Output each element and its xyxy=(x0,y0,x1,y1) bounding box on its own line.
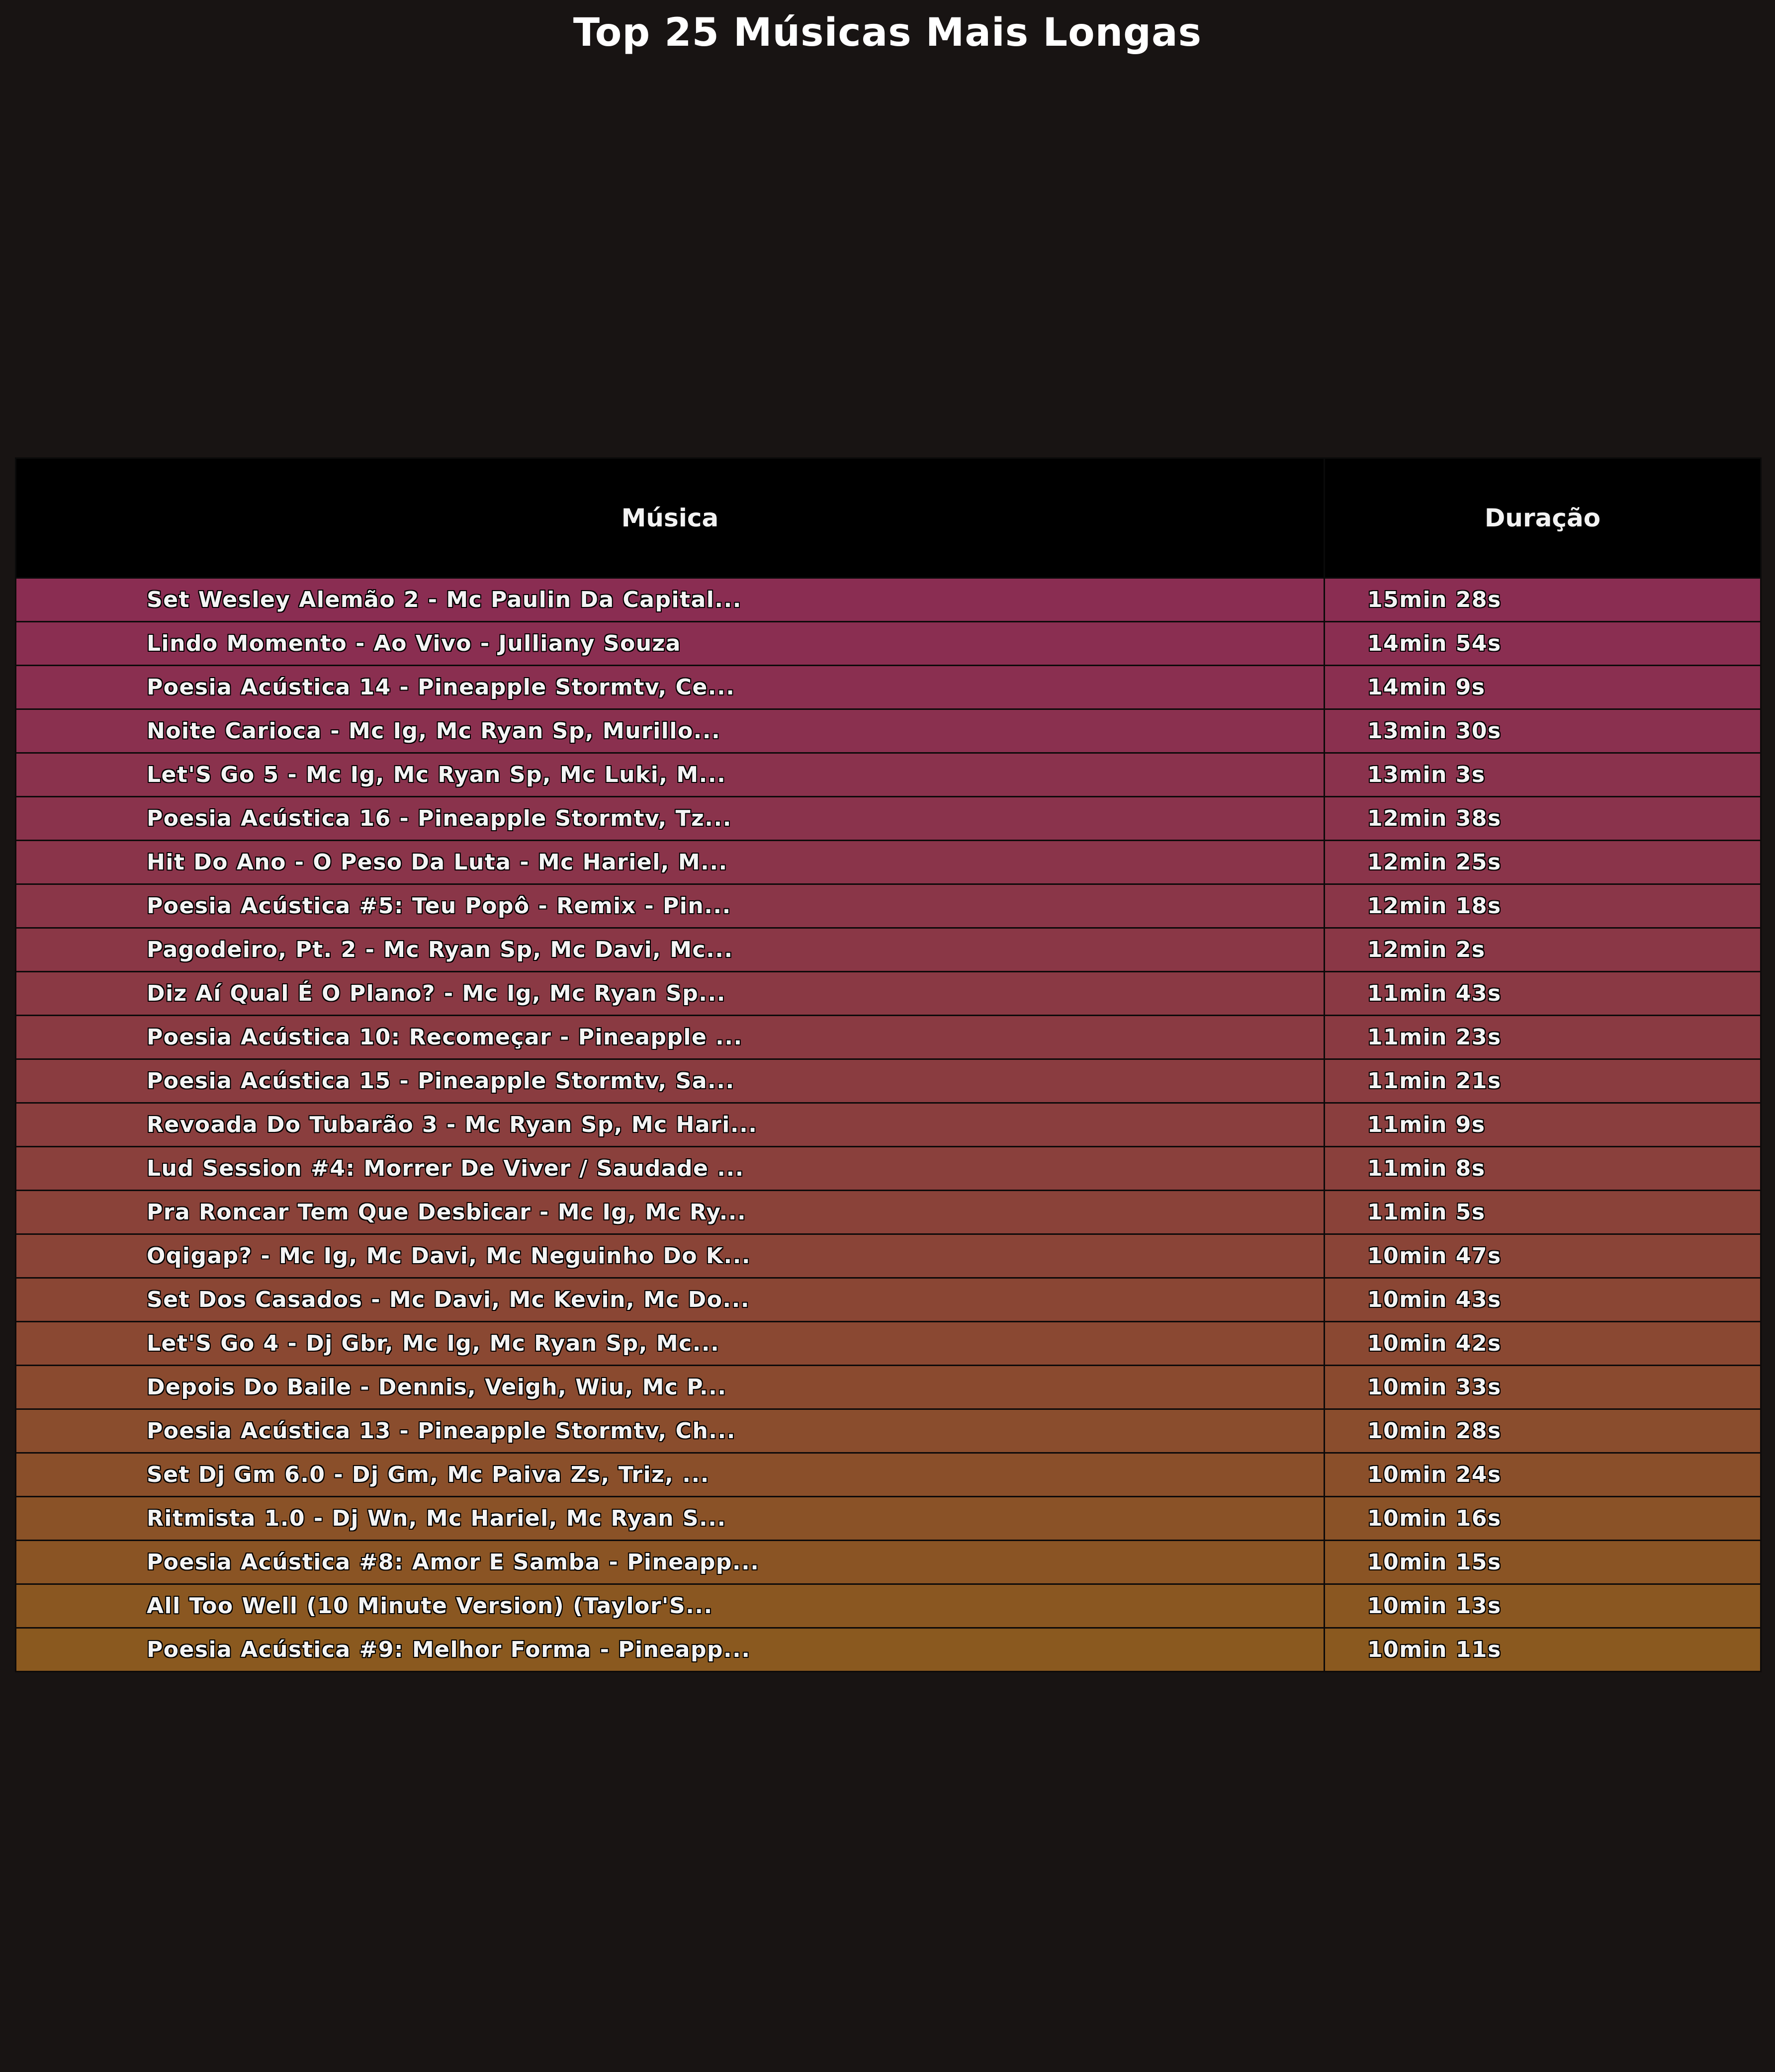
table-row: Set Dj Gm 6.0 - Dj Gm, Mc Paiva Zs, Triz… xyxy=(15,1452,1762,1497)
table-row: Noite Carioca - Mc Ig, Mc Ryan Sp, Muril… xyxy=(15,708,1762,754)
column-header-duration: Duração xyxy=(1324,457,1762,579)
music-cell: Pagodeiro, Pt. 2 - Mc Ryan Sp, Mc Davi, … xyxy=(15,927,1325,972)
duration-cell: 10min 42s xyxy=(1324,1321,1762,1366)
duration-cell: 10min 43s xyxy=(1324,1277,1762,1322)
music-cell: Poesia Acústica #9: Melhor Forma - Pinea… xyxy=(15,1627,1325,1672)
duration-cell: 10min 28s xyxy=(1324,1408,1762,1454)
duration-cell: 10min 16s xyxy=(1324,1496,1762,1541)
duration-cell: 12min 25s xyxy=(1324,840,1762,885)
table-row: Depois Do Baile - Dennis, Veigh, Wiu, Mc… xyxy=(15,1365,1762,1410)
table-row: Poesia Acústica 10: Recomeçar - Pineappl… xyxy=(15,1015,1762,1060)
table-row: Set Dos Casados - Mc Davi, Mc Kevin, Mc … xyxy=(15,1277,1762,1322)
duration-cell: 10min 24s xyxy=(1324,1452,1762,1497)
table-row: Poesia Acústica #9: Melhor Forma - Pinea… xyxy=(15,1627,1762,1672)
table-row: Oqigap? - Mc Ig, Mc Davi, Mc Neguinho Do… xyxy=(15,1233,1762,1279)
table-row: Poesia Acústica 16 - Pineapple Stormtv, … xyxy=(15,796,1762,841)
music-cell: Noite Carioca - Mc Ig, Mc Ryan Sp, Muril… xyxy=(15,708,1325,754)
duration-cell: 10min 33s xyxy=(1324,1365,1762,1410)
duration-cell: 11min 21s xyxy=(1324,1058,1762,1104)
duration-cell: 10min 47s xyxy=(1324,1233,1762,1279)
table-row: Poesia Acústica 15 - Pineapple Stormtv, … xyxy=(15,1058,1762,1104)
music-cell: Hit Do Ano - O Peso Da Luta - Mc Hariel,… xyxy=(15,840,1325,885)
table-row: Lud Session #4: Morrer De Viver / Saudad… xyxy=(15,1146,1762,1191)
table-row: Poesia Acústica #5: Teu Popô - Remix - P… xyxy=(15,883,1762,929)
music-cell: Lindo Momento - Ao Vivo - Julliany Souza xyxy=(15,621,1325,666)
music-cell: Oqigap? - Mc Ig, Mc Davi, Mc Neguinho Do… xyxy=(15,1233,1325,1279)
table-row: Revoada Do Tubarão 3 - Mc Ryan Sp, Mc Ha… xyxy=(15,1102,1762,1147)
music-cell: Let'S Go 5 - Mc Ig, Mc Ryan Sp, Mc Luki,… xyxy=(15,752,1325,797)
table-row: Let'S Go 5 - Mc Ig, Mc Ryan Sp, Mc Luki,… xyxy=(15,752,1762,797)
duration-cell: 11min 5s xyxy=(1324,1190,1762,1235)
music-cell: Poesia Acústica #5: Teu Popô - Remix - P… xyxy=(15,883,1325,929)
table-row: Diz Aí Qual É O Plano? - Mc Ig, Mc Ryan … xyxy=(15,971,1762,1016)
duration-cell: 10min 11s xyxy=(1324,1627,1762,1672)
table-row: Poesia Acústica 14 - Pineapple Stormtv, … xyxy=(15,665,1762,710)
duration-cell: 11min 23s xyxy=(1324,1015,1762,1060)
table-row: Ritmista 1.0 - Dj Wn, Mc Hariel, Mc Ryan… xyxy=(15,1496,1762,1541)
table-row: Lindo Momento - Ao Vivo - Julliany Souza… xyxy=(15,621,1762,666)
music-cell: Set Dj Gm 6.0 - Dj Gm, Mc Paiva Zs, Triz… xyxy=(15,1452,1325,1497)
music-cell: Poesia Acústica #8: Amor E Samba - Pinea… xyxy=(15,1540,1325,1585)
music-cell: Revoada Do Tubarão 3 - Mc Ryan Sp, Mc Ha… xyxy=(15,1102,1325,1147)
songs-table: Música Duração Set Wesley Alemão 2 - Mc … xyxy=(15,457,1762,1672)
table-header-row: Música Duração xyxy=(15,457,1762,579)
duration-cell: 11min 8s xyxy=(1324,1146,1762,1191)
duration-cell: 15min 28s xyxy=(1324,577,1762,622)
music-cell: Poesia Acústica 14 - Pineapple Stormtv, … xyxy=(15,665,1325,710)
table-body: Set Wesley Alemão 2 - Mc Paulin Da Capit… xyxy=(15,577,1762,1672)
music-cell: Ritmista 1.0 - Dj Wn, Mc Hariel, Mc Ryan… xyxy=(15,1496,1325,1541)
music-cell: Lud Session #4: Morrer De Viver / Saudad… xyxy=(15,1146,1325,1191)
music-cell: Poesia Acústica 10: Recomeçar - Pineappl… xyxy=(15,1015,1325,1060)
music-cell: Diz Aí Qual É O Plano? - Mc Ig, Mc Ryan … xyxy=(15,971,1325,1016)
duration-cell: 12min 2s xyxy=(1324,927,1762,972)
music-cell: Poesia Acústica 13 - Pineapple Stormtv, … xyxy=(15,1408,1325,1454)
duration-cell: 12min 18s xyxy=(1324,883,1762,929)
table-row: Hit Do Ano - O Peso Da Luta - Mc Hariel,… xyxy=(15,840,1762,885)
table-row: Pra Roncar Tem Que Desbicar - Mc Ig, Mc … xyxy=(15,1190,1762,1235)
duration-cell: 14min 9s xyxy=(1324,665,1762,710)
duration-cell: 10min 13s xyxy=(1324,1583,1762,1629)
table-row: Let'S Go 4 - Dj Gbr, Mc Ig, Mc Ryan Sp, … xyxy=(15,1321,1762,1366)
music-cell: All Too Well (10 Minute Version) (Taylor… xyxy=(15,1583,1325,1629)
duration-cell: 13min 30s xyxy=(1324,708,1762,754)
duration-cell: 13min 3s xyxy=(1324,752,1762,797)
duration-cell: 14min 54s xyxy=(1324,621,1762,666)
duration-cell: 10min 15s xyxy=(1324,1540,1762,1585)
table-row: Set Wesley Alemão 2 - Mc Paulin Da Capit… xyxy=(15,577,1762,622)
table-row: All Too Well (10 Minute Version) (Taylor… xyxy=(15,1583,1762,1629)
duration-cell: 12min 38s xyxy=(1324,796,1762,841)
music-cell: Depois Do Baile - Dennis, Veigh, Wiu, Mc… xyxy=(15,1365,1325,1410)
music-cell: Pra Roncar Tem Que Desbicar - Mc Ig, Mc … xyxy=(15,1190,1325,1235)
music-cell: Poesia Acústica 15 - Pineapple Stormtv, … xyxy=(15,1058,1325,1104)
column-header-music: Música xyxy=(15,457,1325,579)
table-row: Poesia Acústica #8: Amor E Samba - Pinea… xyxy=(15,1540,1762,1585)
duration-cell: 11min 43s xyxy=(1324,971,1762,1016)
table-row: Poesia Acústica 13 - Pineapple Stormtv, … xyxy=(15,1408,1762,1454)
music-cell: Poesia Acústica 16 - Pineapple Stormtv, … xyxy=(15,796,1325,841)
music-cell: Set Wesley Alemão 2 - Mc Paulin Da Capit… xyxy=(15,577,1325,622)
duration-cell: 11min 9s xyxy=(1324,1102,1762,1147)
table-row: Pagodeiro, Pt. 2 - Mc Ryan Sp, Mc Davi, … xyxy=(15,927,1762,972)
music-cell: Let'S Go 4 - Dj Gbr, Mc Ig, Mc Ryan Sp, … xyxy=(15,1321,1325,1366)
chart-title: Top 25 Músicas Mais Longas xyxy=(573,10,1202,55)
music-cell: Set Dos Casados - Mc Davi, Mc Kevin, Mc … xyxy=(15,1277,1325,1322)
